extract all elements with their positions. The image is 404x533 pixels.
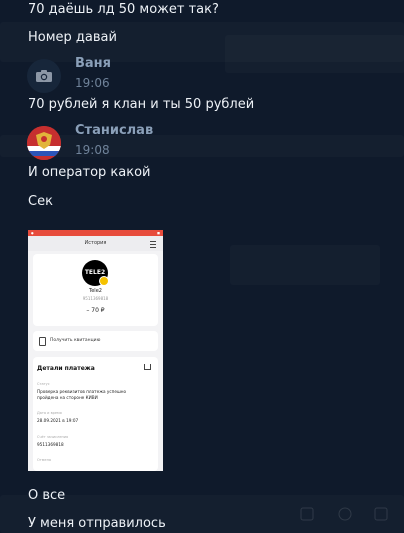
message-text: 70 рублей я клан и ты 50 рублей bbox=[28, 97, 255, 112]
attach-icon[interactable] bbox=[300, 506, 314, 525]
account-value: 9511369818 bbox=[37, 442, 64, 447]
date-label: Дата и время bbox=[37, 411, 62, 415]
message-text: 70 даёшь лд 50 может так? bbox=[28, 2, 219, 17]
receipt-header-title: История bbox=[84, 240, 107, 246]
coat-of-arms-avatar[interactable] bbox=[27, 126, 61, 160]
share-icon bbox=[144, 364, 151, 370]
get-receipt-label: Получить квитанцию bbox=[50, 338, 101, 343]
message-time: 19:08 bbox=[75, 143, 110, 157]
send-icon[interactable] bbox=[374, 506, 388, 525]
get-receipt-row: Получить квитанцию bbox=[33, 331, 158, 351]
sender-name[interactable]: Ваня bbox=[75, 56, 111, 71]
menu-icon bbox=[150, 241, 156, 248]
operator-name: Tele2 bbox=[89, 288, 102, 294]
message-time: 19:06 bbox=[75, 76, 110, 90]
check-badge-icon bbox=[99, 276, 109, 286]
document-icon bbox=[39, 337, 46, 346]
date-value: 28.09.2021 в 19:07 bbox=[37, 418, 79, 423]
status-label: Статус bbox=[37, 382, 50, 386]
sender-name[interactable]: Станислав bbox=[75, 123, 153, 138]
payment-receipt-image[interactable]: ● ■ История TELE2 Tele2 9511369818 – 70 ₽… bbox=[28, 230, 163, 471]
payment-amount: – 70 ₽ bbox=[86, 307, 105, 314]
payment-details: Детали платежа Статус Проверка реквизито… bbox=[33, 357, 158, 471]
status-value: пройдена на стороне КИВИ bbox=[37, 395, 98, 400]
tele2-logo: TELE2 bbox=[82, 260, 109, 286]
operator-card: TELE2 Tele2 9511369818 – 70 ₽ bbox=[33, 254, 158, 326]
message-text: У меня отправилось bbox=[28, 516, 166, 531]
receipt-header: История bbox=[28, 236, 163, 251]
emoji-icon[interactable] bbox=[338, 506, 352, 525]
message-header-stanislav: Станислав 19:08 bbox=[0, 123, 404, 171]
camera-icon[interactable] bbox=[27, 59, 61, 93]
operator-phone: 9511369818 bbox=[82, 296, 109, 301]
extra-label: Отмена bbox=[37, 458, 52, 462]
message-text: Сек bbox=[28, 194, 53, 209]
account-label: Счёт зачисления bbox=[37, 435, 69, 439]
details-title: Детали платежа bbox=[37, 365, 95, 372]
ghost-panel-2 bbox=[230, 245, 380, 285]
message-text: О все bbox=[28, 488, 66, 503]
status-value: Проверка реквизитов платежа успешно bbox=[37, 389, 127, 394]
message-text: И оператор какой bbox=[28, 165, 151, 180]
message-text: Номер давай bbox=[28, 30, 117, 45]
